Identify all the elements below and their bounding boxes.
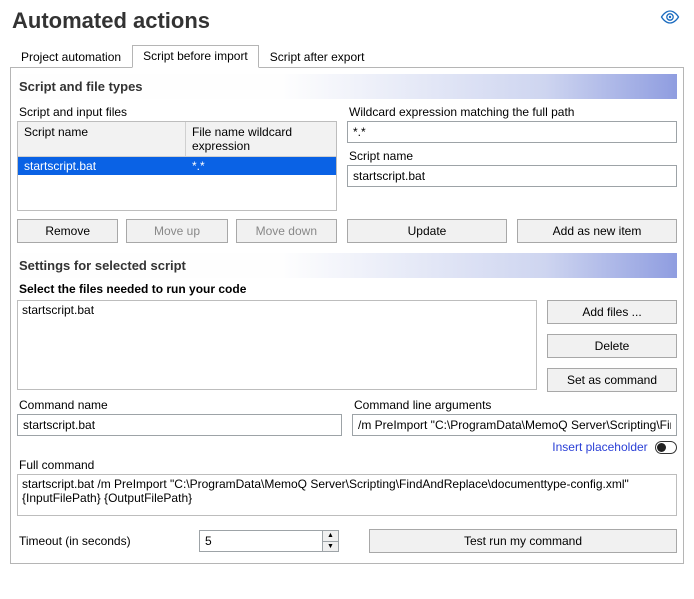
- full-command-textarea[interactable]: startscript.bat /m PreImport "C:\Program…: [17, 474, 677, 516]
- col-script-name[interactable]: Script name: [18, 122, 186, 156]
- full-command-label: Full command: [19, 458, 677, 472]
- insert-placeholder-link[interactable]: Insert placeholder: [552, 440, 647, 454]
- files-listbox[interactable]: startscript.bat: [17, 300, 537, 390]
- tab-strip: Project automation Script before import …: [10, 44, 684, 68]
- move-up-button[interactable]: Move up: [126, 219, 227, 243]
- delete-button[interactable]: Delete: [547, 334, 677, 358]
- command-args-label: Command line arguments: [354, 398, 677, 412]
- cell-script-name: startscript.bat: [18, 157, 186, 175]
- scriptname-label: Script name: [349, 149, 677, 163]
- remove-button[interactable]: Remove: [17, 219, 118, 243]
- scripts-table[interactable]: Script name File name wildcard expressio…: [17, 121, 337, 211]
- timeout-label: Timeout (in seconds): [19, 534, 189, 548]
- visibility-icon: [660, 10, 680, 24]
- set-as-command-button[interactable]: Set as command: [547, 368, 677, 392]
- script-input-files-label: Script and input files: [19, 105, 337, 119]
- section-script-types: Script and file types: [17, 74, 677, 99]
- tab-script-after-export[interactable]: Script after export: [259, 46, 376, 68]
- scriptname-input[interactable]: [347, 165, 677, 187]
- wildcard-label: Wildcard expression matching the full pa…: [349, 105, 677, 119]
- test-run-button[interactable]: Test run my command: [369, 529, 677, 553]
- table-row[interactable]: startscript.bat *.*: [18, 157, 336, 175]
- timeout-down-icon[interactable]: ▼: [322, 542, 338, 552]
- timeout-up-icon[interactable]: ▲: [322, 531, 338, 542]
- wildcard-input[interactable]: [347, 121, 677, 143]
- update-button[interactable]: Update: [347, 219, 507, 243]
- select-files-label: Select the files needed to run your code: [19, 282, 677, 296]
- move-down-button[interactable]: Move down: [236, 219, 337, 243]
- section-settings: Settings for selected script: [17, 253, 677, 278]
- command-args-input[interactable]: [352, 414, 677, 436]
- tab-script-before-import[interactable]: Script before import: [132, 45, 259, 68]
- add-files-button[interactable]: Add files ...: [547, 300, 677, 324]
- cell-wildcard: *.*: [186, 157, 336, 175]
- timeout-input[interactable]: [199, 530, 339, 552]
- command-name-input[interactable]: [17, 414, 342, 436]
- page-title: Automated actions: [10, 6, 684, 40]
- tab-panel: Script and file types Script and input f…: [10, 68, 684, 564]
- command-name-label: Command name: [19, 398, 342, 412]
- tab-project-automation[interactable]: Project automation: [10, 46, 132, 68]
- add-new-item-button[interactable]: Add as new item: [517, 219, 677, 243]
- col-wildcard[interactable]: File name wildcard expression: [186, 122, 336, 156]
- list-item[interactable]: startscript.bat: [22, 303, 532, 317]
- insert-placeholder-toggle[interactable]: [655, 441, 677, 454]
